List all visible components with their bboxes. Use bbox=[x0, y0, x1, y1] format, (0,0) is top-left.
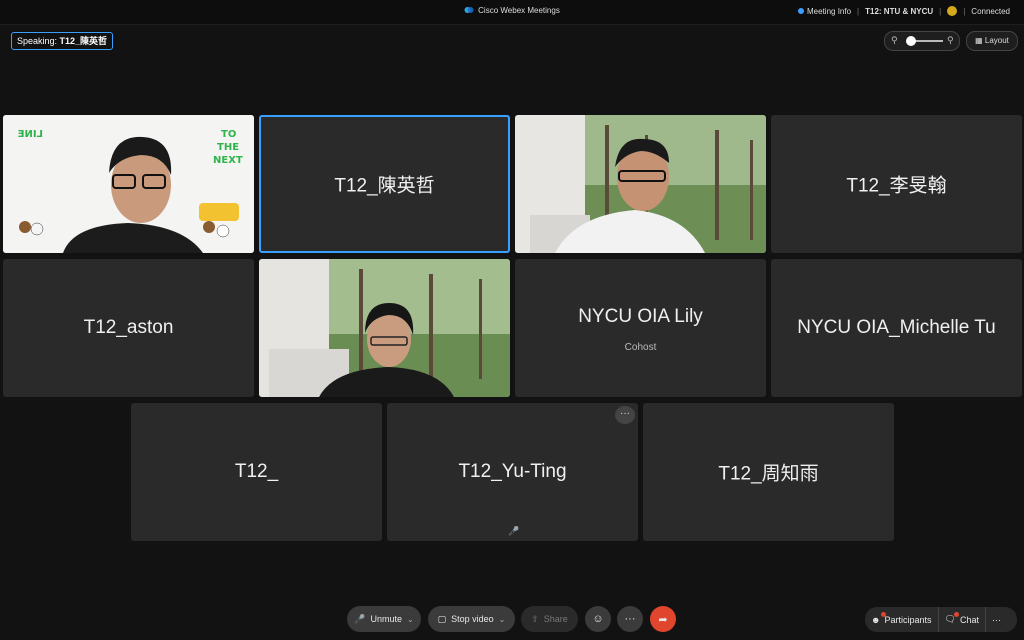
share-label: Share bbox=[543, 614, 568, 624]
participants-button[interactable]: ☻ Participants bbox=[865, 607, 938, 632]
svg-text:NEXT: NEXT bbox=[213, 155, 243, 166]
layout-label: Layout bbox=[984, 36, 1009, 45]
participant-video-6 bbox=[259, 259, 510, 397]
meeting-info-label: Meeting Info bbox=[807, 6, 852, 16]
zoom-out-icon[interactable]: ⚲ bbox=[891, 35, 898, 46]
participant-tile-video[interactable] bbox=[259, 259, 510, 397]
stop-video-label: Stop video bbox=[451, 614, 494, 624]
status-area: Meeting Info | T12: NTU & NYCU | | Conne… bbox=[798, 6, 1010, 16]
participant-name: T12_陳英哲 bbox=[334, 175, 435, 197]
speaking-indicator: Speaking: T12_陳英哲 bbox=[11, 32, 114, 50]
more-options-button[interactable]: ··· bbox=[615, 406, 635, 424]
participant-name: T12_周知雨 bbox=[718, 463, 819, 485]
zoom-slider[interactable]: ⚲ ⚲ bbox=[884, 31, 960, 51]
participant-name: T12_Yu-Ting bbox=[458, 461, 567, 482]
participant-name: T12_李旻翰 bbox=[846, 175, 947, 197]
camera-icon: ▢ bbox=[437, 613, 447, 624]
more-icon: ··· bbox=[991, 614, 1001, 625]
leave-meeting-button[interactable]: ➦ bbox=[650, 606, 676, 632]
notification-dot bbox=[881, 612, 886, 617]
participant-video-3 bbox=[515, 115, 766, 253]
participant-tile[interactable]: T12_周知雨 bbox=[643, 403, 894, 541]
webex-logo-icon bbox=[464, 7, 474, 13]
chevron-down-icon[interactable]: ⌄ bbox=[499, 615, 506, 624]
participant-name: NYCU OIA Lily bbox=[578, 305, 703, 327]
participant-tile[interactable]: T12_aston bbox=[3, 259, 254, 397]
chat-button[interactable]: 🗨 Chat bbox=[937, 607, 985, 632]
user-avatar-icon[interactable] bbox=[947, 6, 958, 16]
notification-dot bbox=[953, 612, 959, 617]
stop-video-button[interactable]: ▢ Stop video ⌄ bbox=[428, 606, 515, 632]
connection-status: Connected bbox=[971, 6, 1010, 16]
more-button[interactable]: ··· bbox=[617, 606, 643, 632]
participant-tile-video[interactable] bbox=[515, 115, 766, 253]
leave-icon: ➦ bbox=[658, 613, 668, 626]
participant-name: NYCU OIA_Michelle Tu bbox=[797, 317, 996, 338]
smiley-icon: ☺ bbox=[592, 613, 604, 625]
share-button[interactable]: ⇧ Share bbox=[521, 606, 578, 632]
participant-tile[interactable]: NYCU OIA_Michelle Tu bbox=[771, 259, 1022, 397]
speaking-label: Speaking: bbox=[17, 36, 58, 46]
participant-name: T12_aston bbox=[83, 317, 174, 338]
chevron-down-icon[interactable]: ⌄ bbox=[407, 615, 414, 624]
unmute-button[interactable]: 🎤 Unmute ⌄ bbox=[347, 606, 421, 632]
reactions-button[interactable]: ☺ bbox=[585, 606, 611, 632]
participant-tile[interactable]: NYCU OIA Lily Cohost bbox=[515, 259, 766, 397]
title-bar: Cisco Webex Meetings Meeting Info | T12:… bbox=[0, 0, 1024, 25]
divider: | bbox=[963, 6, 966, 16]
chat-label: Chat bbox=[959, 614, 979, 625]
grid-icon: ▦ bbox=[975, 36, 983, 45]
zoom-knob[interactable] bbox=[906, 36, 916, 46]
divider: | bbox=[857, 6, 860, 16]
muted-mic-icon: 🎤 bbox=[354, 613, 366, 624]
participant-tile-video[interactable]: LINE TO THE NEXT bbox=[3, 115, 254, 253]
zoom-in-icon[interactable]: ⚲ bbox=[947, 35, 954, 46]
meeting-name: T12: NTU & NYCU bbox=[865, 6, 934, 16]
meeting-info-button[interactable]: Meeting Info bbox=[798, 7, 851, 16]
share-icon: ⇧ bbox=[531, 613, 539, 624]
participant-tile[interactable]: T12_李旻翰 bbox=[771, 115, 1022, 253]
participant-name: T12_ bbox=[234, 461, 279, 482]
participant-tile[interactable]: T12_陳英哲 bbox=[259, 115, 510, 253]
muted-mic-icon: 🎤 bbox=[508, 526, 520, 536]
layout-button[interactable]: ▦ Layout bbox=[966, 31, 1018, 51]
participant-tile[interactable]: T12_Yu-Ting ··· 🎤 bbox=[387, 403, 638, 541]
svg-text:TO: TO bbox=[221, 129, 236, 140]
more-icon: ··· bbox=[624, 613, 636, 625]
participant-video-1: LINE TO THE NEXT bbox=[3, 115, 254, 253]
svg-text:THE: THE bbox=[217, 142, 239, 153]
participant-role: Cohost bbox=[624, 342, 657, 353]
panel-buttons: ☻ Participants 🗨 Chat ··· bbox=[865, 607, 1017, 632]
more-panels-button[interactable]: ··· bbox=[984, 607, 1007, 632]
speaking-name: T12_陳英哲 bbox=[59, 36, 108, 46]
divider: | bbox=[939, 6, 942, 16]
participant-tile[interactable]: T12_ bbox=[131, 403, 382, 541]
info-icon bbox=[798, 8, 805, 14]
app-title-text: Cisco Webex Meetings bbox=[478, 6, 560, 15]
participants-label: Participants bbox=[884, 614, 932, 625]
unmute-label: Unmute bbox=[370, 614, 403, 624]
person-icon: ☻ bbox=[871, 614, 881, 625]
svg-text:LINE: LINE bbox=[18, 129, 43, 140]
